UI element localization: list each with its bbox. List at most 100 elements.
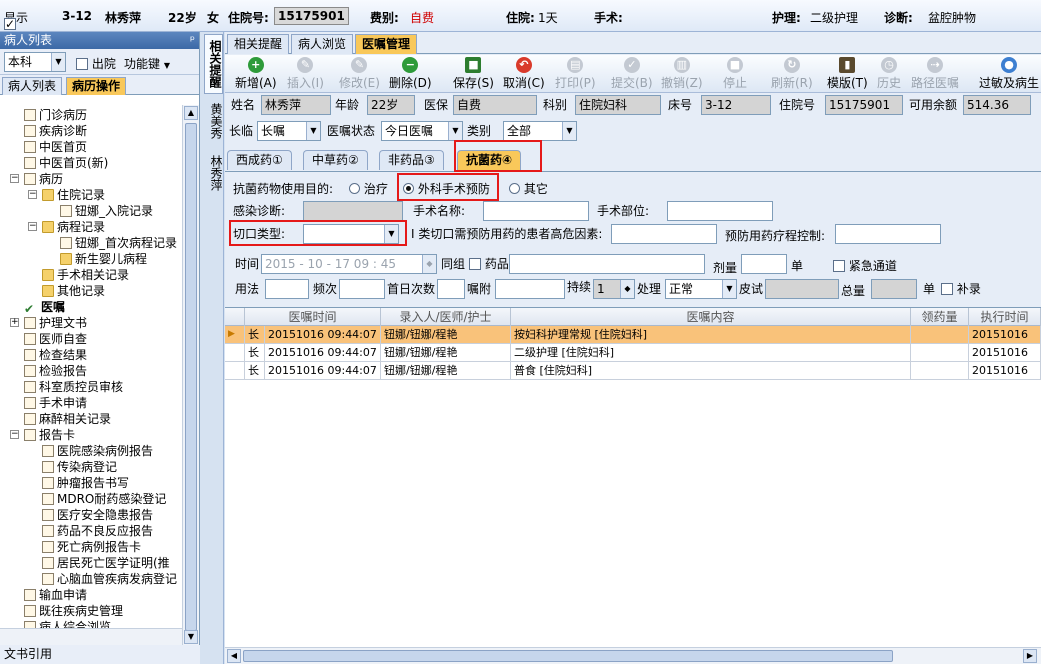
delete-button[interactable]: − 删除(D) — [389, 57, 432, 91]
table-row[interactable]: 长 20151016 09:44:07 钮娜/钮娜/程艳 普食 [住院妇科] 2… — [225, 362, 1041, 380]
tree-item-safety-report[interactable]: 医疗安全隐患报告 — [42, 507, 153, 523]
status-select[interactable]: 今日医嘱 ▼ — [381, 121, 463, 141]
usage-field[interactable] — [265, 279, 309, 299]
radio-other[interactable] — [509, 183, 520, 194]
tree-item-lab-reports[interactable]: 检验报告 — [24, 363, 87, 379]
scroll-down-icon[interactable]: ▼ — [184, 630, 198, 644]
show-checkbox[interactable]: ✓ — [4, 18, 16, 30]
stop-button[interactable]: ■ 停止 — [723, 57, 747, 91]
tree-item-first-progress-doc[interactable]: 钮娜_首次病程记录 — [60, 235, 177, 251]
tree-item-mdro-register[interactable]: MDRO耐药感染登记 — [42, 491, 166, 507]
submit-button[interactable]: ✓ 提交(B) — [611, 57, 653, 91]
drug-field[interactable] — [509, 254, 705, 274]
scroll-thumb[interactable] — [185, 123, 197, 631]
tree-item-self-check[interactable]: 医师自查 — [24, 331, 87, 347]
tab-reminders[interactable]: 相关提醒 — [227, 34, 290, 54]
table-row[interactable]: 长 20151016 09:44:07 钮娜/钮娜/程艳 二级护理 [住院妇科]… — [225, 344, 1041, 362]
grid-col-content[interactable]: 医嘱内容 — [511, 308, 911, 326]
tree-item-exam-results[interactable]: 检查结果 — [24, 347, 87, 363]
tree-item-nursing-docs[interactable]: 护理文书 — [24, 315, 87, 331]
grid-col-dispense[interactable]: 领药量 — [911, 308, 969, 326]
grid-col-exec-time[interactable]: 执行时间 — [969, 308, 1041, 326]
insert-button[interactable]: ✎ 插入(I) — [287, 57, 324, 91]
refresh-button[interactable]: ↻ 刷新(R) — [771, 57, 813, 91]
duration-field[interactable]: 1 ◆ — [593, 279, 635, 299]
tree-item-tcm-home-new[interactable]: 中医首页(新) — [24, 155, 108, 171]
dose-field[interactable] — [741, 254, 787, 274]
collapse-icon[interactable]: − — [10, 174, 19, 183]
show-toggle[interactable]: ✓ 显示 — [4, 9, 28, 30]
tab-western-medicine[interactable]: 西成药① — [227, 150, 292, 170]
supplement-checkbox[interactable] — [941, 283, 953, 295]
drug-checkbox[interactable] — [469, 258, 481, 270]
history-button[interactable]: ◷ 历史 — [877, 57, 901, 91]
tree-item-qc-review[interactable]: 科室质控员审核 — [24, 379, 123, 395]
chevron-down-icon[interactable]: ▼ — [722, 280, 736, 298]
table-row[interactable]: ▶ 长 20151016 09:44:07 钮娜/钮娜/程艳 按妇科护理常规 [… — [225, 326, 1041, 344]
scroll-left-icon[interactable]: ◀ — [227, 649, 241, 663]
time-spinner-icon[interactable]: ◆ — [422, 255, 436, 273]
grid-col-staff[interactable]: 录入人/医师/护士 — [381, 308, 511, 326]
discharge-toggle[interactable]: 出院 — [76, 55, 116, 72]
tree-item-progress-records[interactable]: 病程记录 — [42, 219, 105, 235]
chevron-down-icon[interactable]: ▼ — [51, 53, 65, 71]
tree-item-death-report-card[interactable]: 死亡病例报告卡 — [42, 539, 141, 555]
duration-spinner-icon[interactable]: ◆ — [620, 280, 634, 298]
cancel-button[interactable]: ↶ 取消(C) — [503, 57, 545, 91]
category-select[interactable]: 全部 ▼ — [503, 121, 577, 141]
tree-item-tumor-report[interactable]: 肿瘤报告书写 — [42, 475, 129, 491]
tab-herbal-medicine[interactable]: 中草药② — [303, 150, 368, 170]
collapse-icon[interactable]: − — [28, 190, 37, 199]
tree-item-admission-record-doc[interactable]: 钮娜_入院记录 — [60, 203, 153, 219]
urgent-checkbox[interactable] — [833, 260, 845, 272]
tab-order-management[interactable]: 医嘱管理 — [355, 34, 418, 54]
new-button[interactable]: + 新增(A) — [235, 57, 277, 91]
save-button[interactable]: ■ 保存(S) — [453, 57, 494, 91]
op-site-field[interactable] — [667, 201, 773, 221]
grid-scroll-thumb[interactable] — [243, 650, 893, 662]
tab-record-ops[interactable]: 病历操作 — [66, 77, 127, 95]
course-field[interactable] — [835, 224, 941, 244]
tree-item-adr-report[interactable]: 药品不良反应报告 — [42, 523, 153, 539]
tree-item-medical-record[interactable]: 病历 — [24, 171, 63, 187]
doc-reference-bar[interactable]: 文书引用 — [0, 645, 200, 664]
purpose-other-option[interactable]: 其它 — [509, 179, 548, 199]
risk-field[interactable] — [611, 224, 717, 244]
supplement-toggle[interactable]: 补录 — [941, 279, 981, 299]
total-field[interactable] — [871, 279, 917, 299]
tree-item-tcm-home[interactable]: 中医首页 — [24, 139, 87, 155]
tree-item-other-records[interactable]: 其他记录 — [42, 283, 105, 299]
edit-button[interactable]: ✎ 修改(E) — [339, 57, 380, 91]
firstday-field[interactable] — [437, 279, 465, 299]
dept-select[interactable]: 本科 ▼ — [4, 52, 66, 72]
tab-non-drug[interactable]: 非药品③ — [379, 150, 444, 170]
grid-col-time[interactable]: 医嘱时间 — [245, 308, 381, 326]
pin-icon[interactable]: ᵖ — [190, 32, 195, 49]
tree-item-diagnosis[interactable]: 疾病诊断 — [24, 123, 87, 139]
revoke-button[interactable]: ▥ 撤销(Z) — [661, 57, 703, 91]
tree-item-cardio-register[interactable]: 心脑血管疾病发病登记 — [42, 571, 177, 587]
expand-icon[interactable]: + — [10, 318, 19, 327]
purpose-treat-option[interactable]: 治疗 — [349, 179, 388, 199]
tree-item-admission-records[interactable]: 住院记录 — [42, 187, 105, 203]
tree-item-outpatient[interactable]: 门诊病历 — [24, 107, 87, 123]
chevron-down-icon[interactable]: ▼ — [306, 122, 320, 140]
tab-patient-list[interactable]: 病人列表 — [2, 77, 63, 95]
tree-item-infection-report[interactable]: 医院感染病例报告 — [42, 443, 153, 459]
infection-field[interactable] — [303, 201, 403, 221]
skin-test-field[interactable] — [765, 279, 839, 299]
chevron-down-icon[interactable]: ▼ — [448, 122, 462, 140]
tree-item-surgery-request[interactable]: 手术申请 — [24, 395, 87, 411]
allergy-button[interactable]: ● 过敏及病生 — [979, 57, 1039, 91]
freq-field[interactable] — [339, 279, 385, 299]
tree-vertical-scrollbar[interactable]: ▲ ▼ — [182, 105, 199, 645]
op-name-field[interactable] — [483, 201, 589, 221]
process-select[interactable]: 正常 ▼ — [665, 279, 737, 299]
scroll-up-icon[interactable]: ▲ — [184, 106, 198, 120]
tree-item-infectious-disease[interactable]: 传染病登记 — [42, 459, 117, 475]
tree-item-death-certificate[interactable]: 居民死亡医学证明(推 — [42, 555, 170, 571]
scroll-right-icon[interactable]: ▶ — [1023, 649, 1037, 663]
tab-patient-browse[interactable]: 病人浏览 — [291, 34, 354, 54]
time-field[interactable]: 2015 - 10 - 17 09 : 45 ◆ — [261, 254, 437, 274]
template-button[interactable]: ▮ 模版(T) — [827, 57, 868, 91]
